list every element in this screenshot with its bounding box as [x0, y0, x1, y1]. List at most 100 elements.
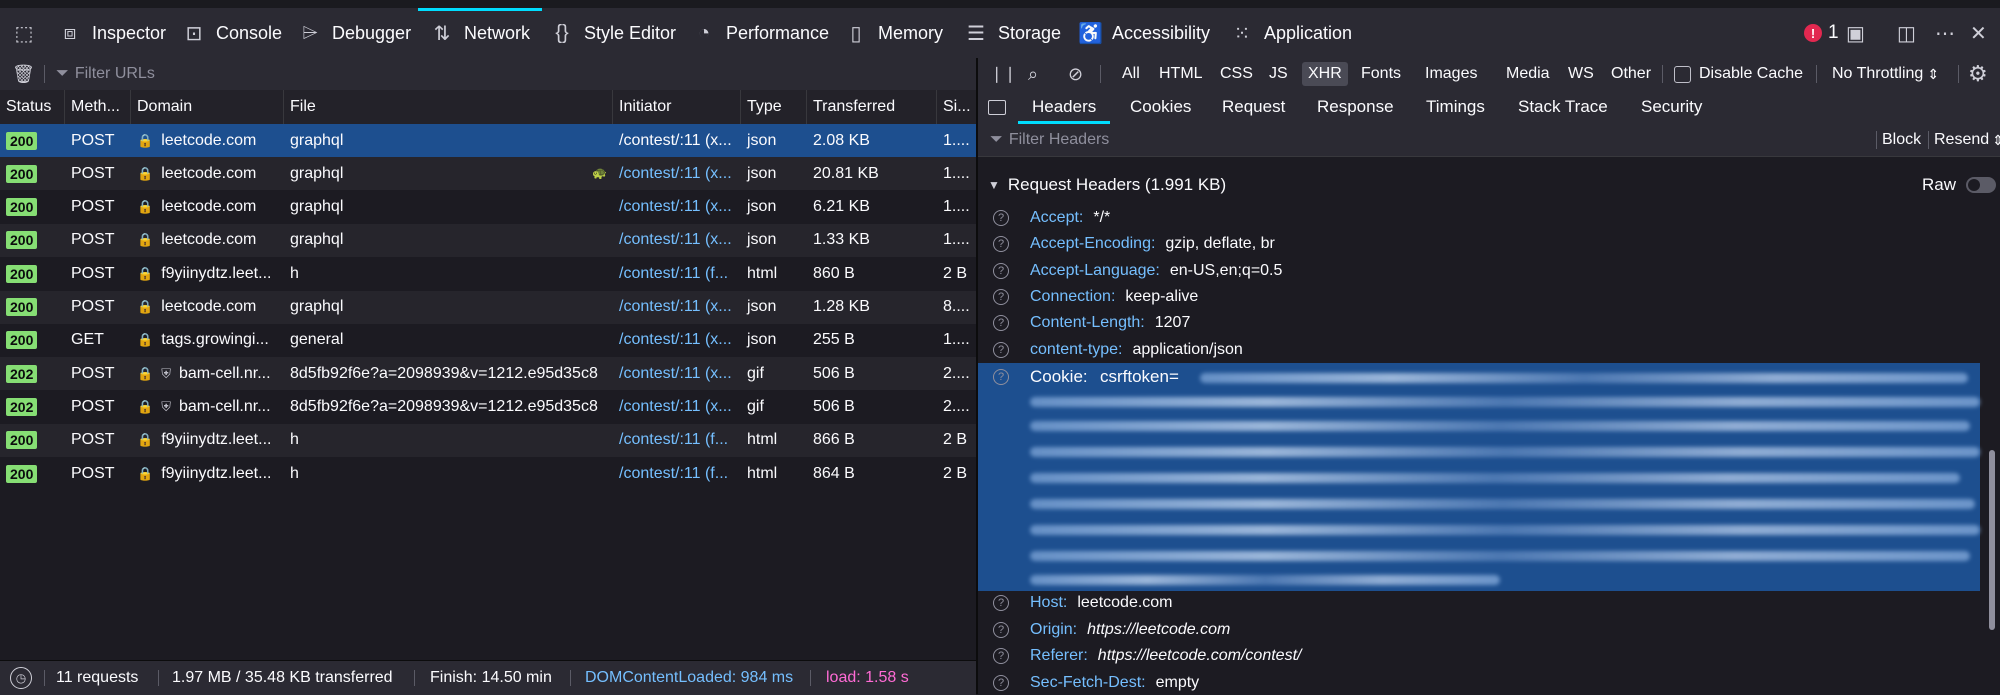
column-method[interactable]: Meth...	[65, 90, 131, 124]
tab-cookies[interactable]: Cookies	[1130, 90, 1191, 124]
tab-console[interactable]: ⊡ Console	[182, 8, 282, 58]
header-row[interactable]: ? Accept: */*	[978, 205, 1980, 231]
help-icon[interactable]: ?	[993, 648, 1009, 664]
header-row[interactable]: ? Accept-Encoding: gzip, deflate, br	[978, 231, 1980, 257]
tab-performance[interactable]: ◔ Performance	[692, 8, 829, 58]
block-button[interactable]: Block	[1882, 124, 1921, 156]
tab-timings[interactable]: Timings	[1426, 90, 1485, 124]
initiator-text[interactable]: /contest/:11 (x...	[619, 231, 732, 249]
help-icon[interactable]: ?	[993, 210, 1009, 226]
help-icon[interactable]: ?	[993, 595, 1009, 611]
scrollbar-thumb[interactable]	[1989, 450, 1995, 630]
filter-headers-input[interactable]: ⏷ Filter Headers	[990, 124, 1840, 156]
table-row[interactable]: 202 POST 🔒 ⛨ bam-cell.nr... 8d5fb92f6e?a=2098…	[0, 357, 976, 391]
dock-options-button[interactable]: ◫	[1897, 8, 1916, 58]
initiator-text[interactable]: /contest/:11 (f...	[619, 265, 728, 283]
initiator-text[interactable]: /contest/:11 (x...	[619, 132, 732, 150]
table-row[interactable]: 200 POST 🔒 leetcode.com graphql/contest/:11 …	[0, 190, 976, 224]
help-icon[interactable]: ?	[993, 621, 1009, 638]
initiator-text[interactable]: /contest/:11 (x...	[619, 331, 732, 349]
tab-storage[interactable]: ☰ Storage	[964, 8, 1061, 58]
initiator-text[interactable]: /contest/:11 (x...	[619, 298, 732, 316]
search-button[interactable]: ⌕	[1028, 58, 1038, 90]
type-filter-xhr[interactable]: XHR	[1302, 58, 1348, 90]
tab-headers[interactable]: Headers	[1017, 90, 1111, 124]
type-filter-all[interactable]: All	[1116, 58, 1146, 90]
initiator-text[interactable]: /contest/:11 (x...	[619, 198, 732, 216]
type-filter-images[interactable]: Images	[1419, 58, 1483, 90]
filter-urls-input[interactable]: ⏷ Filter URLs	[56, 58, 956, 90]
clear-button[interactable]: 🗑	[12, 58, 35, 90]
header-row[interactable]: ? Accept-Language: en-US,en;q=0.5	[978, 258, 1980, 284]
table-row[interactable]: 200 POST 🔒 leetcode.com graphql 🐢 /contest/:11…	[0, 157, 976, 191]
table-row[interactable]: 200 GET 🔒 tags.growingi... general/contest/:…	[0, 323, 976, 357]
tab-security[interactable]: Security	[1641, 90, 1702, 124]
network-settings-button[interactable]: ⚙	[1968, 58, 1988, 90]
block-requests-button[interactable]: ⊘	[1068, 58, 1083, 90]
tab-accessibility[interactable]: ♿ Accessibility	[1078, 8, 1210, 58]
initiator-text[interactable]: /contest/:11 (x...	[619, 398, 732, 416]
table-row[interactable]: 200 POST 🔒 f9yiinydtz.leet... h/contest/:11 …	[0, 257, 976, 291]
type-filter-html[interactable]: HTML	[1153, 58, 1209, 90]
toggle-sidebar-button[interactable]	[988, 90, 1006, 124]
column-initiator[interactable]: Initiator	[613, 90, 741, 124]
table-row[interactable]: 200 POST 🔒 leetcode.com graphql/contest/:11 …	[0, 124, 976, 157]
disable-cache-checkbox[interactable]: Disable Cache	[1674, 58, 1803, 90]
help-icon[interactable]: ?	[993, 315, 1009, 332]
tab-debugger[interactable]: ⌲ Debugger	[298, 8, 411, 58]
initiator-text[interactable]: /contest/:11 (x...	[619, 365, 732, 383]
header-row[interactable]: ? Origin: https://leetcode.com	[978, 617, 1980, 643]
tab-request[interactable]: Request	[1222, 90, 1285, 124]
header-row[interactable]: ? Host: leetcode.com	[978, 590, 1980, 616]
type-filter-media[interactable]: Media	[1500, 58, 1556, 90]
type-filter-other[interactable]: Other	[1605, 58, 1657, 90]
help-icon[interactable]: ?	[993, 262, 1009, 279]
help-icon[interactable]: ?	[993, 288, 1009, 305]
resend-button[interactable]: Resend ⇕	[1934, 124, 2000, 156]
table-row[interactable]: 200 POST 🔒 f9yiinydtz.leet... h/contest/:11 …	[0, 457, 976, 490]
column-status[interactable]: Status	[0, 90, 65, 124]
close-devtools-button[interactable]: ✕	[1970, 8, 1987, 58]
responsive-design-button[interactable]: ▣	[1846, 8, 1865, 58]
raw-toggle[interactable]: Raw	[1922, 175, 1997, 195]
cookie-header-row[interactable]: ? Cookie: csrftoken=	[978, 363, 1980, 591]
initiator-text[interactable]: /contest/:11 (x...	[619, 165, 732, 183]
more-options-button[interactable]: ⋯	[1935, 8, 1955, 58]
header-row[interactable]: ? Content-Length: 1207	[978, 310, 1980, 336]
table-row[interactable]: 202 POST 🔒 ⛨ bam-cell.nr... 8d5fb92f6e?a=2098…	[0, 390, 976, 424]
header-row[interactable]: ? Referer: https://leetcode.com/contest/	[978, 643, 1980, 669]
element-picker-button[interactable]: ⬚	[12, 8, 36, 58]
request-headers-section[interactable]: ▼ Request Headers (1.991 KB) Raw	[978, 170, 2000, 200]
throttling-select[interactable]: No Throttling ⇕	[1832, 58, 1939, 90]
header-row[interactable]: ? content-type: application/json	[978, 337, 1980, 363]
pause-button[interactable]: ❘❘	[990, 58, 1017, 90]
initiator-text[interactable]: /contest/:11 (f...	[619, 431, 728, 449]
help-icon[interactable]: ?	[993, 674, 1009, 691]
header-row[interactable]: ? Connection: keep-alive	[978, 284, 1980, 310]
tab-network[interactable]: ⇅ Network	[417, 8, 543, 58]
tab-application[interactable]: ⁙ Application	[1230, 8, 1352, 58]
type-filter-js[interactable]: JS	[1263, 58, 1294, 90]
initiator-text[interactable]: /contest/:11 (f...	[619, 465, 728, 483]
help-icon[interactable]: ?	[993, 341, 1009, 358]
tab-style-editor[interactable]: {} Style Editor	[550, 8, 676, 58]
tab-inspector[interactable]: ⧈ Inspector	[58, 8, 166, 58]
column-file[interactable]: File	[284, 90, 613, 124]
performance-analysis-button[interactable]: ◷	[10, 661, 32, 695]
type-filter-css[interactable]: CSS	[1214, 58, 1259, 90]
column-type[interactable]: Type	[741, 90, 807, 124]
table-row[interactable]: 200 POST 🔒 leetcode.com graphql/contest/:11 …	[0, 290, 976, 324]
tab-stack-trace[interactable]: Stack Trace	[1518, 90, 1608, 124]
error-count-button[interactable]: ! 1	[1804, 8, 1839, 58]
help-icon[interactable]: ?	[993, 236, 1009, 253]
header-row[interactable]: ? Sec-Fetch-Dest: empty	[978, 670, 1980, 695]
tab-memory[interactable]: ▯ Memory	[844, 8, 943, 58]
type-filter-fonts[interactable]: Fonts	[1355, 58, 1407, 90]
tab-response[interactable]: Response	[1317, 90, 1394, 124]
column-size[interactable]: Si...	[937, 90, 976, 124]
column-transferred[interactable]: Transferred	[807, 90, 937, 124]
column-domain[interactable]: Domain	[131, 90, 284, 124]
type-filter-ws[interactable]: WS	[1562, 58, 1600, 90]
table-row[interactable]: 200 POST 🔒 leetcode.com graphql/contest/:11 …	[0, 223, 976, 257]
table-row[interactable]: 200 POST 🔒 f9yiinydtz.leet... h/contest/:11 …	[0, 423, 976, 457]
